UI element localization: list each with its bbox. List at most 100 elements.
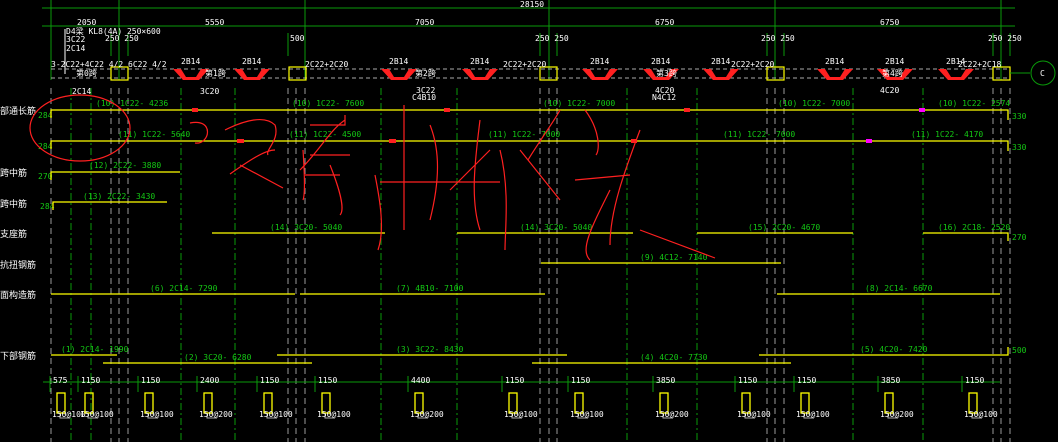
bottom-dim-value: 575 [53,376,68,385]
support-rebar: 2C22+2C18 [958,60,1002,69]
beam-top-rebar: 3C22 [66,35,85,44]
waist-rebar-label: 2B14 [711,57,730,66]
span-label: 第1跨 [205,68,226,78]
row-label: 部通长筋 [0,105,36,117]
waist-rebar-label: 2B14 [242,57,261,66]
stirrup-spec: 150@200 [655,410,689,419]
rebar-label: (16) 2C18- 2520 [938,223,1010,232]
span-bottom-rebar: 4C20 [880,86,899,95]
stirrup-spec: 150@200 [199,410,233,419]
stirrup-spec: 150@100 [317,410,351,419]
row-label: 跨中筋 [0,198,27,210]
top-dimensions: 28150 2050 5550 7050 6750 6750 250 250 5… [42,0,1022,43]
stirrup-spec: 150@100 [737,410,771,419]
bottom-dim-value: 1150 [738,376,757,385]
waist-rebar-label: 2B14 [470,57,489,66]
span-label: 第4跨 [882,68,903,78]
anchor-length: 270 [1012,233,1027,242]
rebar-label: (10) 1C22- 2574 [938,99,1010,108]
span-bottom-rebar: 3C20 [200,87,219,96]
rebar-label: (10) 1C22- 7000 [778,99,850,108]
rebar-labels: (10) 1C22- 4236 (10) 1C22- 7600 (10) 1C2… [61,99,1010,362]
rebar-label: (11) 1C22- 7000 [488,130,560,139]
stirrup-spec: 150@200 [880,410,914,419]
bottom-dim-value: 1150 [318,376,337,385]
stirrup-spec: 150@200 [410,410,444,419]
rebar-row-3[interactable] [50,171,180,180]
col-width: 250 250 [535,34,569,43]
rebar-label: (13) 2C22- 3430 [83,192,155,201]
bottom-dim-value: 1150 [797,376,816,385]
waist-rebar-label: 2B14 [181,57,200,66]
stirrup-spec: 150@100 [140,410,174,419]
rebar-label: (5) 4C20- 7420 [860,345,928,354]
rebar-label: (2) 3C20- 6280 [184,353,252,362]
waist-rebar-label: 2B14 [885,57,904,66]
beam-elevation: 2B14 2B14 2B14 2B14 2B14 2B14 2B14 2B14 2B14 2B14… [51,57,1056,102]
bottom-dim-value: 3850 [656,376,675,385]
stirrup-spec: 150@100 [570,410,604,419]
rebar-bars[interactable] [50,108,1009,364]
span-label: 第0跨 [76,68,97,78]
waist-rebar-label: 2B14 [825,57,844,66]
support-rebar: 3-2C22+4C22 4/2 [51,60,123,69]
row-label: 支座筋 [0,228,27,240]
rebar-label: (6) 2C14- 7290 [150,284,218,293]
anchor-length: 500 [1012,346,1027,355]
support-rebar: 2C22+2C20 [731,60,775,69]
anchor-length: 330 [1012,143,1027,152]
rebar-label: (9) 4C12- 7140 [640,253,708,262]
support-rebar: 6C22 4/2 [128,60,167,69]
stirrup-spec: 150@100 [80,410,114,419]
col-width: 500 [290,34,305,43]
rebar-label: (1) 2C14- 1990 [61,345,129,354]
waist-rebar-label: 2B14 [590,57,609,66]
waist-rebar-label: 2B14 [389,57,408,66]
bottom-dim-value: 1150 [141,376,160,385]
handwritten-annotation [29,94,716,261]
row-label: 面构造筋 [0,289,36,301]
rebar-label: (12) 2C22- 3880 [89,161,161,170]
axis-bubble-label: C [1040,69,1045,78]
rebar-label: (14) 3C20- 5040 [520,223,592,232]
rebar-label: (10) 1C22- 7600 [292,99,364,108]
total-length: 28150 [520,0,544,9]
row-label: 下部钢筋 [0,350,36,362]
rebar-row-4[interactable] [52,201,167,210]
rebar-label: (11) 1C22- 4500 [289,130,361,139]
span-dim: 6750 [655,18,674,27]
bottom-dim-value: 1150 [965,376,984,385]
rebar-label: (3) 3C22- 8430 [396,345,464,354]
span-bottom-rebar: N4C12 [652,93,676,102]
col-width: 250 250 [761,34,795,43]
anchor-length: 330 [1012,112,1027,121]
beam-bottom-rebar: 2C14 [66,44,85,53]
rebar-label: (15) 2C20- 4670 [748,223,820,232]
span-dim: 6750 [880,18,899,27]
bottom-dim-value: 1150 [571,376,590,385]
stirrup-spec: 150@100 [504,410,538,419]
cad-drawing-canvas[interactable]: 28150 2050 5550 7050 6750 6750 250 250 5… [0,0,1058,442]
support-rebar: 2C22+2C20 [305,60,349,69]
stirrup-spec: 150@100 [259,410,293,419]
span-bottom-rebar: C4B10 [412,93,436,102]
bottom-dim-value: 4400 [411,376,430,385]
rebar-label: (10) 1C22- 7000 [543,99,615,108]
bottom-dim-value: 1150 [505,376,524,385]
rebar-label: (8) 2C14- 6670 [865,284,933,293]
rebar-label: (14) 3C20- 5040 [270,223,342,232]
span-label: 第2跨 [415,68,436,78]
span-dim: 2050 [77,18,96,27]
span-dim: 7050 [415,18,434,27]
rebar-row-2[interactable] [50,140,1009,151]
rebar-label: (7) 4B10- 7100 [396,284,464,293]
rebar-label: (11) 1C22- 4170 [911,130,983,139]
stirrup-spec: 150@100 [964,410,998,419]
stirrup-spec: 150@100 [796,410,830,419]
bottom-dimensions: 575 150@100 1150 150@100 1150 150@100 2400 150@… [43,376,1000,419]
support-rebar: 2C22+2C20 [503,60,547,69]
bottom-dim-value: 3850 [881,376,900,385]
span-dim: 5550 [205,18,224,27]
col-width: 250 250 [988,34,1022,43]
row-label: 抗扭钢筋 [0,259,36,271]
